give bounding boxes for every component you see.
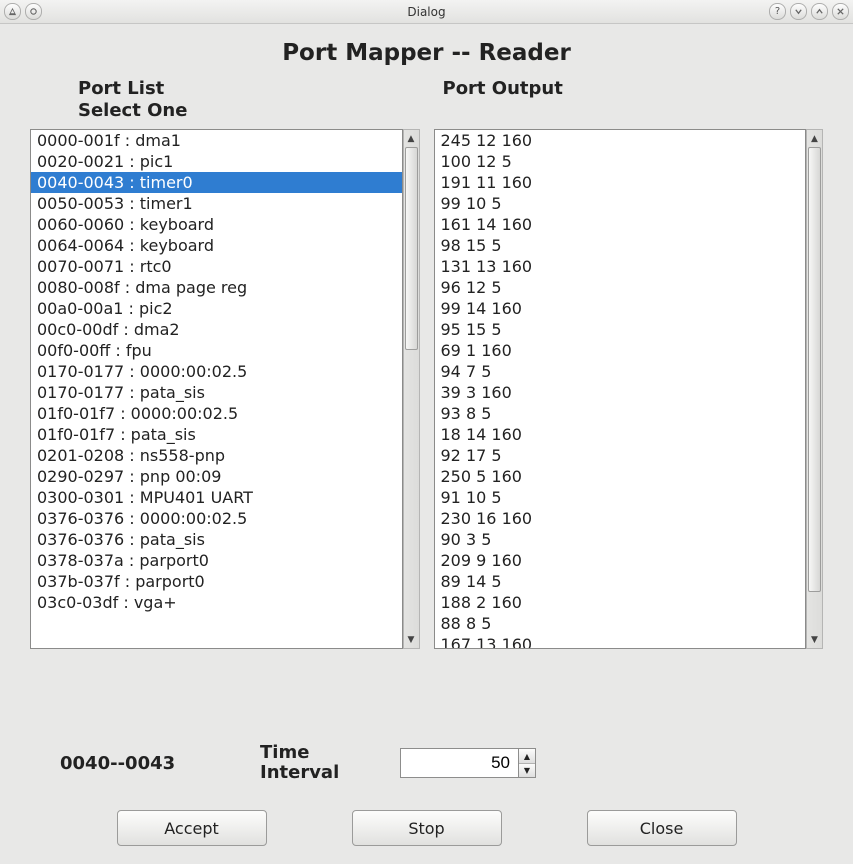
window-title: Dialog xyxy=(407,5,445,19)
sticky-icon[interactable] xyxy=(25,3,42,20)
list-item[interactable]: 0378-037a : parport0 xyxy=(31,550,402,571)
maximize-icon[interactable] xyxy=(811,3,828,20)
accept-button[interactable]: Accept xyxy=(117,810,267,846)
output-line: 91 10 5 xyxy=(435,487,806,508)
spin-up-icon[interactable]: ▲ xyxy=(519,749,535,763)
port-output: 245 12 160100 12 5191 11 16099 10 5161 1… xyxy=(434,129,807,649)
list-item[interactable]: 01f0-01f7 : 0000:00:02.5 xyxy=(31,403,402,424)
dialog-client: Port Mapper -- Reader Port List Select O… xyxy=(0,24,853,864)
output-line: 188 2 160 xyxy=(435,592,806,613)
list-item[interactable]: 00c0-00df : dma2 xyxy=(31,319,402,340)
minimize-icon[interactable] xyxy=(790,3,807,20)
scroll-up-icon[interactable]: ▲ xyxy=(807,130,822,147)
list-item[interactable]: 01f0-01f7 : pata_sis xyxy=(31,424,402,445)
port-list[interactable]: 0000-001f : dma10020-0021 : pic10040-004… xyxy=(30,129,403,649)
output-line: 99 14 160 xyxy=(435,298,806,319)
output-line: 209 9 160 xyxy=(435,550,806,571)
list-item[interactable]: 0376-0376 : 0000:00:02.5 xyxy=(31,508,402,529)
output-line: 191 11 160 xyxy=(435,172,806,193)
port-list-label: Port List Select One xyxy=(30,78,427,121)
list-item[interactable]: 0290-0297 : pnp 00:09 xyxy=(31,466,402,487)
window-titlebar: Dialog ? xyxy=(0,0,853,24)
scroll-down-icon[interactable]: ▼ xyxy=(807,631,822,648)
interval-label: Time Interval xyxy=(260,743,380,784)
output-line: 18 14 160 xyxy=(435,424,806,445)
list-item[interactable]: 0020-0021 : pic1 xyxy=(31,151,402,172)
list-item[interactable]: 0064-0064 : keyboard xyxy=(31,235,402,256)
output-line: 95 15 5 xyxy=(435,319,806,340)
window-menu-icon[interactable] xyxy=(4,3,21,20)
list-item[interactable]: 0050-0053 : timer1 xyxy=(31,193,402,214)
output-line: 90 3 5 xyxy=(435,529,806,550)
list-item[interactable]: 0170-0177 : pata_sis xyxy=(31,382,402,403)
interval-input[interactable] xyxy=(400,748,518,778)
list-item[interactable]: 0040-0043 : timer0 xyxy=(31,172,402,193)
port-output-label: Port Output xyxy=(427,78,824,121)
output-line: 93 8 5 xyxy=(435,403,806,424)
stop-button[interactable]: Stop xyxy=(352,810,502,846)
port-list-scrollbar[interactable]: ▲ ▼ xyxy=(403,129,420,649)
output-line: 161 14 160 xyxy=(435,214,806,235)
port-output-scrollbar[interactable]: ▲ ▼ xyxy=(806,129,823,649)
help-icon[interactable]: ? xyxy=(769,3,786,20)
output-line: 230 16 160 xyxy=(435,508,806,529)
list-item[interactable]: 0000-001f : dma1 xyxy=(31,130,402,151)
page-title: Port Mapper -- Reader xyxy=(282,40,571,66)
scroll-up-icon[interactable]: ▲ xyxy=(404,130,419,147)
output-line: 96 12 5 xyxy=(435,277,806,298)
close-icon[interactable] xyxy=(832,3,849,20)
list-item[interactable]: 00f0-00ff : fpu xyxy=(31,340,402,361)
list-item[interactable]: 0201-0208 : ns558-pnp xyxy=(31,445,402,466)
output-line: 92 17 5 xyxy=(435,445,806,466)
list-item[interactable]: 0376-0376 : pata_sis xyxy=(31,529,402,550)
output-line: 245 12 160 xyxy=(435,130,806,151)
close-button[interactable]: Close xyxy=(587,810,737,846)
list-item[interactable]: 037b-037f : parport0 xyxy=(31,571,402,592)
output-line: 167 13 160 xyxy=(435,634,806,649)
selected-range: 0040--0043 xyxy=(60,753,260,774)
output-line: 69 1 160 xyxy=(435,340,806,361)
list-item[interactable]: 0170-0177 : 0000:00:02.5 xyxy=(31,361,402,382)
output-line: 94 7 5 xyxy=(435,361,806,382)
output-line: 88 8 5 xyxy=(435,613,806,634)
list-item[interactable]: 0060-0060 : keyboard xyxy=(31,214,402,235)
output-line: 100 12 5 xyxy=(435,151,806,172)
list-item[interactable]: 0070-0071 : rtc0 xyxy=(31,256,402,277)
output-line: 89 14 5 xyxy=(435,571,806,592)
list-item[interactable]: 03c0-03df : vga+ xyxy=(31,592,402,613)
output-line: 250 5 160 xyxy=(435,466,806,487)
interval-spinner[interactable]: ▲ ▼ xyxy=(400,748,536,778)
list-item[interactable]: 0080-008f : dma page reg xyxy=(31,277,402,298)
spin-down-icon[interactable]: ▼ xyxy=(519,763,535,778)
scroll-down-icon[interactable]: ▼ xyxy=(404,631,419,648)
output-line: 99 10 5 xyxy=(435,193,806,214)
list-item[interactable]: 00a0-00a1 : pic2 xyxy=(31,298,402,319)
list-item[interactable]: 0300-0301 : MPU401 UART xyxy=(31,487,402,508)
output-line: 98 15 5 xyxy=(435,235,806,256)
output-line: 39 3 160 xyxy=(435,382,806,403)
output-line: 131 13 160 xyxy=(435,256,806,277)
